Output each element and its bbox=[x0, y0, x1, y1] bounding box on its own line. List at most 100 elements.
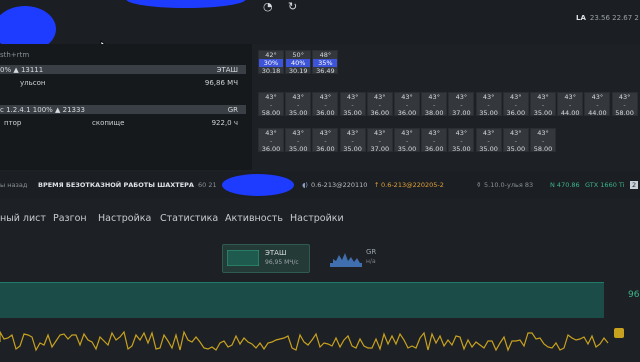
gpu-cell[interactable]: 43° -37.00 bbox=[448, 92, 475, 117]
gpu-cell[interactable]: 43° -37.00 bbox=[366, 128, 393, 153]
refresh-icon[interactable]: ↻ bbox=[288, 0, 297, 13]
gpu-value: 35.00 bbox=[288, 145, 308, 153]
gpu-cell[interactable]: 43° -35.00 bbox=[285, 128, 312, 153]
tab-settings[interactable]: Настройки bbox=[290, 213, 344, 224]
gpu-fan: - bbox=[324, 137, 327, 145]
gpu-fan: - bbox=[460, 137, 463, 145]
gpu-value: 36.00 bbox=[316, 145, 335, 153]
hashrate-chart bbox=[0, 282, 604, 319]
hive-version: 0.6-213@220110 bbox=[311, 181, 368, 189]
gpu-fan: - bbox=[405, 101, 409, 109]
gpu-cell[interactable]: 43° -35.00 bbox=[448, 128, 475, 153]
gpu-fan: - bbox=[351, 137, 354, 145]
gpu-value: 58.00 bbox=[261, 109, 281, 117]
tab-setup[interactable]: Настройка bbox=[98, 213, 151, 224]
rig-bar-1-status: ЭТАШ bbox=[216, 66, 238, 74]
gpu-cell[interactable]: 43° -44.00 bbox=[584, 92, 611, 117]
gpu-cell[interactable]: 43° -58.00 bbox=[258, 92, 284, 117]
gpu-fan: - bbox=[623, 101, 626, 109]
gpu-value: 35.00 bbox=[288, 109, 308, 117]
gpu-temp: 43° bbox=[401, 93, 413, 101]
gpu-fan: - bbox=[460, 101, 463, 109]
gpu-temp: 43° bbox=[428, 93, 440, 101]
gpu-cell[interactable]: 43° -35.00 bbox=[530, 92, 556, 117]
gpu-temp: 43° bbox=[428, 129, 440, 137]
gpu-cell[interactable]: 43° -36.00 bbox=[258, 128, 284, 153]
gpu-temp: 43° bbox=[482, 129, 495, 137]
gpu-fan: - bbox=[569, 101, 572, 109]
gpu-temp: 43° bbox=[346, 129, 359, 137]
gpu-rig-panel: sth+rtm 0% ▲ 13111 ЭТАШ ульсон 96,86 МЧ … bbox=[0, 44, 252, 170]
tab-activity[interactable]: Активность bbox=[225, 213, 283, 224]
gpu-temp: 43° bbox=[292, 93, 304, 101]
algo-name: GR bbox=[366, 248, 377, 256]
tab-worksheet[interactable]: ный лист bbox=[0, 213, 46, 224]
gpu-cell[interactable]: 43° -36.00 bbox=[366, 92, 393, 117]
gpu-fan: 30% bbox=[259, 59, 283, 67]
gpu-temp: 43° bbox=[319, 129, 332, 137]
gpu-cell[interactable]: 43° -36.00 bbox=[312, 92, 339, 117]
gpu-fan: - bbox=[433, 137, 436, 145]
gpu-temp: 43° bbox=[618, 93, 631, 101]
gpu-cell[interactable]: 43° -36.00 bbox=[312, 128, 339, 153]
gpu-fan: - bbox=[541, 101, 545, 109]
gpu-fan: - bbox=[405, 137, 409, 145]
load-average-values: 23.56 22.67 2 bbox=[589, 14, 639, 22]
gpu-fan: - bbox=[514, 101, 517, 109]
kernel-icon: ⚱ bbox=[476, 181, 482, 189]
gpu-fan: - bbox=[351, 101, 354, 109]
gpu-cell[interactable]: 43° -44.00 bbox=[557, 92, 584, 117]
gpu-temp: 43° bbox=[374, 93, 386, 101]
gpu-cell[interactable]: 43° -35.00 bbox=[394, 128, 420, 153]
gpu-value: 35.00 bbox=[343, 109, 362, 117]
rig-2-name: птор bbox=[4, 119, 22, 127]
gpu-cell[interactable]: 43° -35.00 bbox=[475, 92, 502, 117]
gpu-temp: 43° bbox=[455, 93, 468, 101]
gpu-cell[interactable]: 43° -38.00 bbox=[421, 92, 448, 117]
gpu-value: 36.00 bbox=[261, 145, 281, 153]
redaction-blob bbox=[126, 0, 246, 8]
status-strip: ы назад ВРЕМЯ БЕЗОТКАЗНОЙ РАБОТЫ ШАХТЕРА… bbox=[0, 172, 640, 198]
gpu-cell[interactable]: 43° -36.00 bbox=[421, 128, 448, 153]
clock-icon[interactable]: ◔ bbox=[263, 0, 273, 13]
gpu-temperature-grid: 42° 30% 30.18 50° 40% 30.19 48° 35% 36.49 43° -58.… bbox=[252, 50, 640, 168]
gpu-fan: 35% bbox=[313, 59, 338, 67]
rig-2-hashrate: 922,0 ч bbox=[211, 119, 238, 127]
gpu-value: 36.00 bbox=[506, 109, 526, 117]
algo-card-gr[interactable]: GR н/а bbox=[318, 244, 388, 271]
gpu-value: 36.00 bbox=[370, 109, 390, 117]
gpu-cell[interactable]: 43° -35.00 bbox=[502, 128, 529, 153]
gpu-cell[interactable]: 43° -36.00 bbox=[394, 92, 420, 117]
gpu-fan: 40% bbox=[286, 59, 311, 67]
gpu-temp: 43° bbox=[591, 93, 604, 101]
rig-bar-2[interactable]: с 1.2.4.1 100% ▲ 21333 GR bbox=[0, 105, 246, 114]
gpu-fan: - bbox=[324, 101, 327, 109]
gpu-fan: - bbox=[269, 137, 273, 145]
gpu-fan: - bbox=[297, 137, 300, 145]
gpu-cell[interactable]: 43° -35.00 bbox=[475, 128, 502, 153]
gpu-cell[interactable]: 43° -35.00 bbox=[339, 128, 366, 153]
gpu-cell[interactable]: 42° 30% 30.18 bbox=[258, 50, 284, 75]
uptime-label: ВРЕМЯ БЕЗОТКАЗНОЙ РАБОТЫ ШАХТЕРА bbox=[38, 181, 194, 189]
gpu-cell[interactable]: 43° -35.00 bbox=[339, 92, 366, 117]
gpu-cell[interactable]: 43° -58.00 bbox=[611, 92, 638, 117]
rig-bar-1[interactable]: 0% ▲ 13111 ЭТАШ bbox=[0, 65, 246, 74]
gpu-cell[interactable]: 43° -36.00 bbox=[502, 92, 529, 117]
available-update[interactable]: 0.6-213@220205-2 bbox=[381, 181, 444, 189]
gpu-value: 35.00 bbox=[506, 145, 526, 153]
gpu-cell[interactable]: 43° -35.00 bbox=[285, 92, 312, 117]
power-chart bbox=[0, 318, 640, 360]
algo-card-etash[interactable]: ЭТАШ 96,95 МЧ/с bbox=[222, 244, 310, 273]
tab-statistics[interactable]: Статистика bbox=[160, 213, 218, 224]
power-chart-svg bbox=[0, 330, 609, 352]
gpu-fan: - bbox=[487, 137, 490, 145]
gpu-value: 36.00 bbox=[424, 145, 444, 153]
tab-overclocking[interactable]: Разгон bbox=[53, 213, 87, 224]
uptime-value: 60 21 bbox=[198, 181, 217, 189]
gpu-value: 30.19 bbox=[288, 67, 308, 75]
gpu-cell[interactable]: 43° -58.00 bbox=[530, 128, 556, 153]
gpu-cell[interactable]: 50° 40% 30.19 bbox=[285, 50, 312, 75]
gpu-temp: 43° bbox=[319, 93, 332, 101]
gpu-cell[interactable]: 48° 35% 36.49 bbox=[312, 50, 339, 75]
info-icon: ◖) bbox=[302, 181, 308, 189]
